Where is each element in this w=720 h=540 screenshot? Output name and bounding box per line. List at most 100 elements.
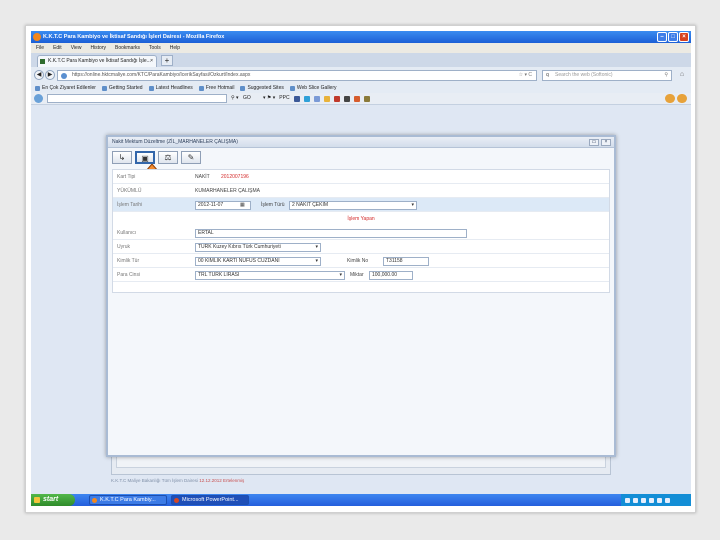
tray-icon[interactable]	[633, 497, 638, 503]
info-icon[interactable]	[343, 95, 350, 102]
tab-title: K.K.T.C Para Kambiyo ve İktisaf Sandığı …	[48, 58, 151, 64]
user-input[interactable]: ERTAL	[195, 229, 467, 238]
window-controls: – □ ×	[657, 32, 689, 42]
id-number-input[interactable]: T31158	[383, 257, 429, 266]
dialog-title: Nakit Mektum Düzeltme (ZİL_MARHANELER ÇA…	[108, 137, 614, 148]
forward-button[interactable]: ▶	[45, 70, 55, 80]
addon-toolbar: ⚲ ▾ GO ▾ ⚑ ▾ PPC	[31, 93, 691, 105]
minimize-button[interactable]: –	[657, 32, 667, 42]
dialog-controls: ▭ ×	[589, 139, 611, 146]
bookmark-item[interactable]: Web Slice Gallery	[289, 83, 337, 93]
row-transaction-date: İşlem Tarihi 2012-11-07 ▦ İşlem Türü 2 N…	[113, 198, 609, 212]
amount-label: Miktar	[350, 272, 364, 278]
taskbar-item-powerpoint[interactable]: Microsoft PowerPoint...	[171, 495, 249, 505]
twitter-icon[interactable]	[303, 95, 310, 102]
game-icon[interactable]	[353, 95, 360, 102]
toolbar-search-input[interactable]	[47, 94, 227, 103]
url-text: https://online.hktcmaliye.com/KTC/ParaKa…	[72, 72, 251, 78]
globe-icon	[61, 73, 67, 79]
url-bar[interactable]: https://online.hktcmaliye.com/KTC/ParaKa…	[57, 70, 537, 81]
tray-icon[interactable]	[665, 497, 670, 503]
menu-tools[interactable]: Tools	[149, 43, 161, 53]
row-status: İşlem Yapan	[113, 212, 609, 226]
ppc-label[interactable]: PPC	[279, 94, 289, 103]
mail-icon[interactable]	[313, 95, 320, 102]
maximize-button[interactable]: □	[668, 32, 678, 42]
footer-link[interactable]: 12.12.2012 Ertelenmiş	[199, 478, 244, 483]
tab-bar: K.K.T.C Para Kambiyo ve İktisaf Sandığı …	[31, 53, 691, 67]
news-icon[interactable]	[333, 95, 340, 102]
print-button[interactable]: ⚖	[158, 151, 178, 164]
dialog-close-button[interactable]: ×	[601, 139, 611, 146]
home-icon[interactable]: ⌂	[677, 70, 687, 80]
row-id-type: Kimlik Tür 00 KİMLİK KARTI NÜFUS CÜZDANI…	[113, 254, 609, 268]
transaction-form: Kart Tipi NAKİT 2012007196 YÜKÜMLÜ KUMAR…	[112, 169, 610, 293]
search-placeholder: Search the web (Softonic)	[555, 72, 613, 78]
firefox-icon	[33, 33, 41, 41]
close-button[interactable]: ×	[679, 32, 689, 42]
bookmark-icon	[289, 85, 295, 91]
save-button[interactable]: ▣	[135, 151, 155, 164]
toolbar-icon[interactable]: ▾ ⚑ ▾	[263, 94, 275, 103]
facebook-icon[interactable]	[293, 95, 300, 102]
bookmark-item[interactable]: Getting Started	[101, 83, 143, 93]
bookmark-item[interactable]: Latest Headlines	[148, 83, 193, 93]
taskbar-item-firefox[interactable]: K.K.T.C Para Kambiy...	[89, 495, 167, 505]
system-tray	[621, 494, 691, 506]
smiley-icon[interactable]	[323, 95, 330, 102]
search-engine-icon[interactable]: ꞯ	[546, 71, 549, 80]
currency-select[interactable]: TRL TÜRK LİRASI	[195, 271, 345, 280]
slide-frame: K.K.T.C Para Kambiyo ve İktisaf Sandığı …	[25, 25, 696, 513]
tray-icon[interactable]	[657, 497, 662, 503]
tool-icon[interactable]	[363, 95, 370, 102]
bookmark-item[interactable]: Free Hotmail	[198, 83, 234, 93]
exit-button[interactable]: ↳	[112, 151, 132, 164]
toolbar-logo-icon	[34, 94, 43, 103]
calendar-icon[interactable]: ▦	[240, 202, 245, 208]
row-card-type: Kart Tipi NAKİT 2012007196	[113, 170, 609, 184]
search-icon[interactable]: ⚲	[664, 71, 668, 80]
id-type-select[interactable]: 00 KİMLİK KARTI NÜFUS CÜZDANI	[195, 257, 321, 266]
card-number-value: 2012007196	[221, 174, 249, 180]
transaction-type-select[interactable]: 2 NAKİT ÇEKİM	[289, 201, 417, 210]
amount-input[interactable]: 100,000.00	[369, 271, 413, 280]
start-button[interactable]: start	[31, 494, 75, 506]
addon-icon[interactable]	[677, 94, 687, 103]
edit-button[interactable]: ✎	[181, 151, 201, 164]
status-text: İşlem Yapan	[347, 216, 375, 222]
row-obligee: YÜKÜMLÜ KUMARHANELER ÇALIŞMA	[113, 184, 609, 198]
tray-icon[interactable]	[649, 497, 654, 503]
menu-history[interactable]: History	[90, 43, 106, 53]
row-user: Kullanıcı ERTAL	[113, 226, 609, 240]
page-footer: K.K.T.C Maliye Bakanlığı Tüm İşlem Daire…	[111, 478, 245, 483]
dialog-minimize-button[interactable]: ▭	[589, 139, 599, 146]
page-content: K.K.T.C Maliye Bakanlığı Tüm İşlem Daire…	[31, 105, 691, 491]
web-search-box[interactable]: ꞯ Search the web (Softonic) ⚲	[542, 70, 672, 81]
bookmark-item[interactable]: Suggested Sites	[240, 83, 284, 93]
addon-icon[interactable]	[665, 94, 675, 103]
bookmark-icon	[101, 85, 107, 91]
tray-icon[interactable]	[625, 497, 630, 503]
back-button[interactable]: ◀	[34, 70, 44, 80]
menu-file[interactable]: File	[36, 43, 44, 53]
obligee-value: KUMARHANELER ÇALIŞMA	[195, 188, 261, 194]
menu-help[interactable]: Help	[170, 43, 180, 53]
new-tab-button[interactable]: +	[161, 55, 173, 66]
toolbar-go-button[interactable]: GO	[243, 94, 251, 103]
tray-icon[interactable]	[641, 497, 646, 503]
url-controls-icon[interactable]: ☆ ▾ C	[519, 71, 532, 80]
rss-icon	[148, 85, 154, 91]
bookmark-icon	[240, 85, 246, 91]
browser-tab[interactable]: K.K.T.C Para Kambiyo ve İktisaf Sandığı …	[37, 55, 157, 67]
menu-bookmarks[interactable]: Bookmarks	[115, 43, 140, 53]
menu-edit[interactable]: Edit	[53, 43, 62, 53]
toolbar-search-icon[interactable]: ⚲ ▾	[231, 94, 239, 103]
tab-close-icon[interactable]: ×	[150, 56, 153, 67]
bookmarks-bar: En Çok Ziyaret Edilenler Getting Started…	[31, 83, 691, 93]
windows-taskbar: start K.K.T.C Para Kambiy... Microsoft P…	[31, 494, 691, 506]
nationality-select[interactable]: TÜRK Kuzey Kıbrıs Türk Cumhuriyeti	[195, 243, 321, 252]
bookmark-item[interactable]: En Çok Ziyaret Edilenler	[35, 83, 96, 93]
row-currency: Para Cinsi TRL TÜRK LİRASI Miktar 100,00…	[113, 268, 609, 282]
firefox-icon	[92, 498, 97, 503]
menu-view[interactable]: View	[71, 43, 82, 53]
